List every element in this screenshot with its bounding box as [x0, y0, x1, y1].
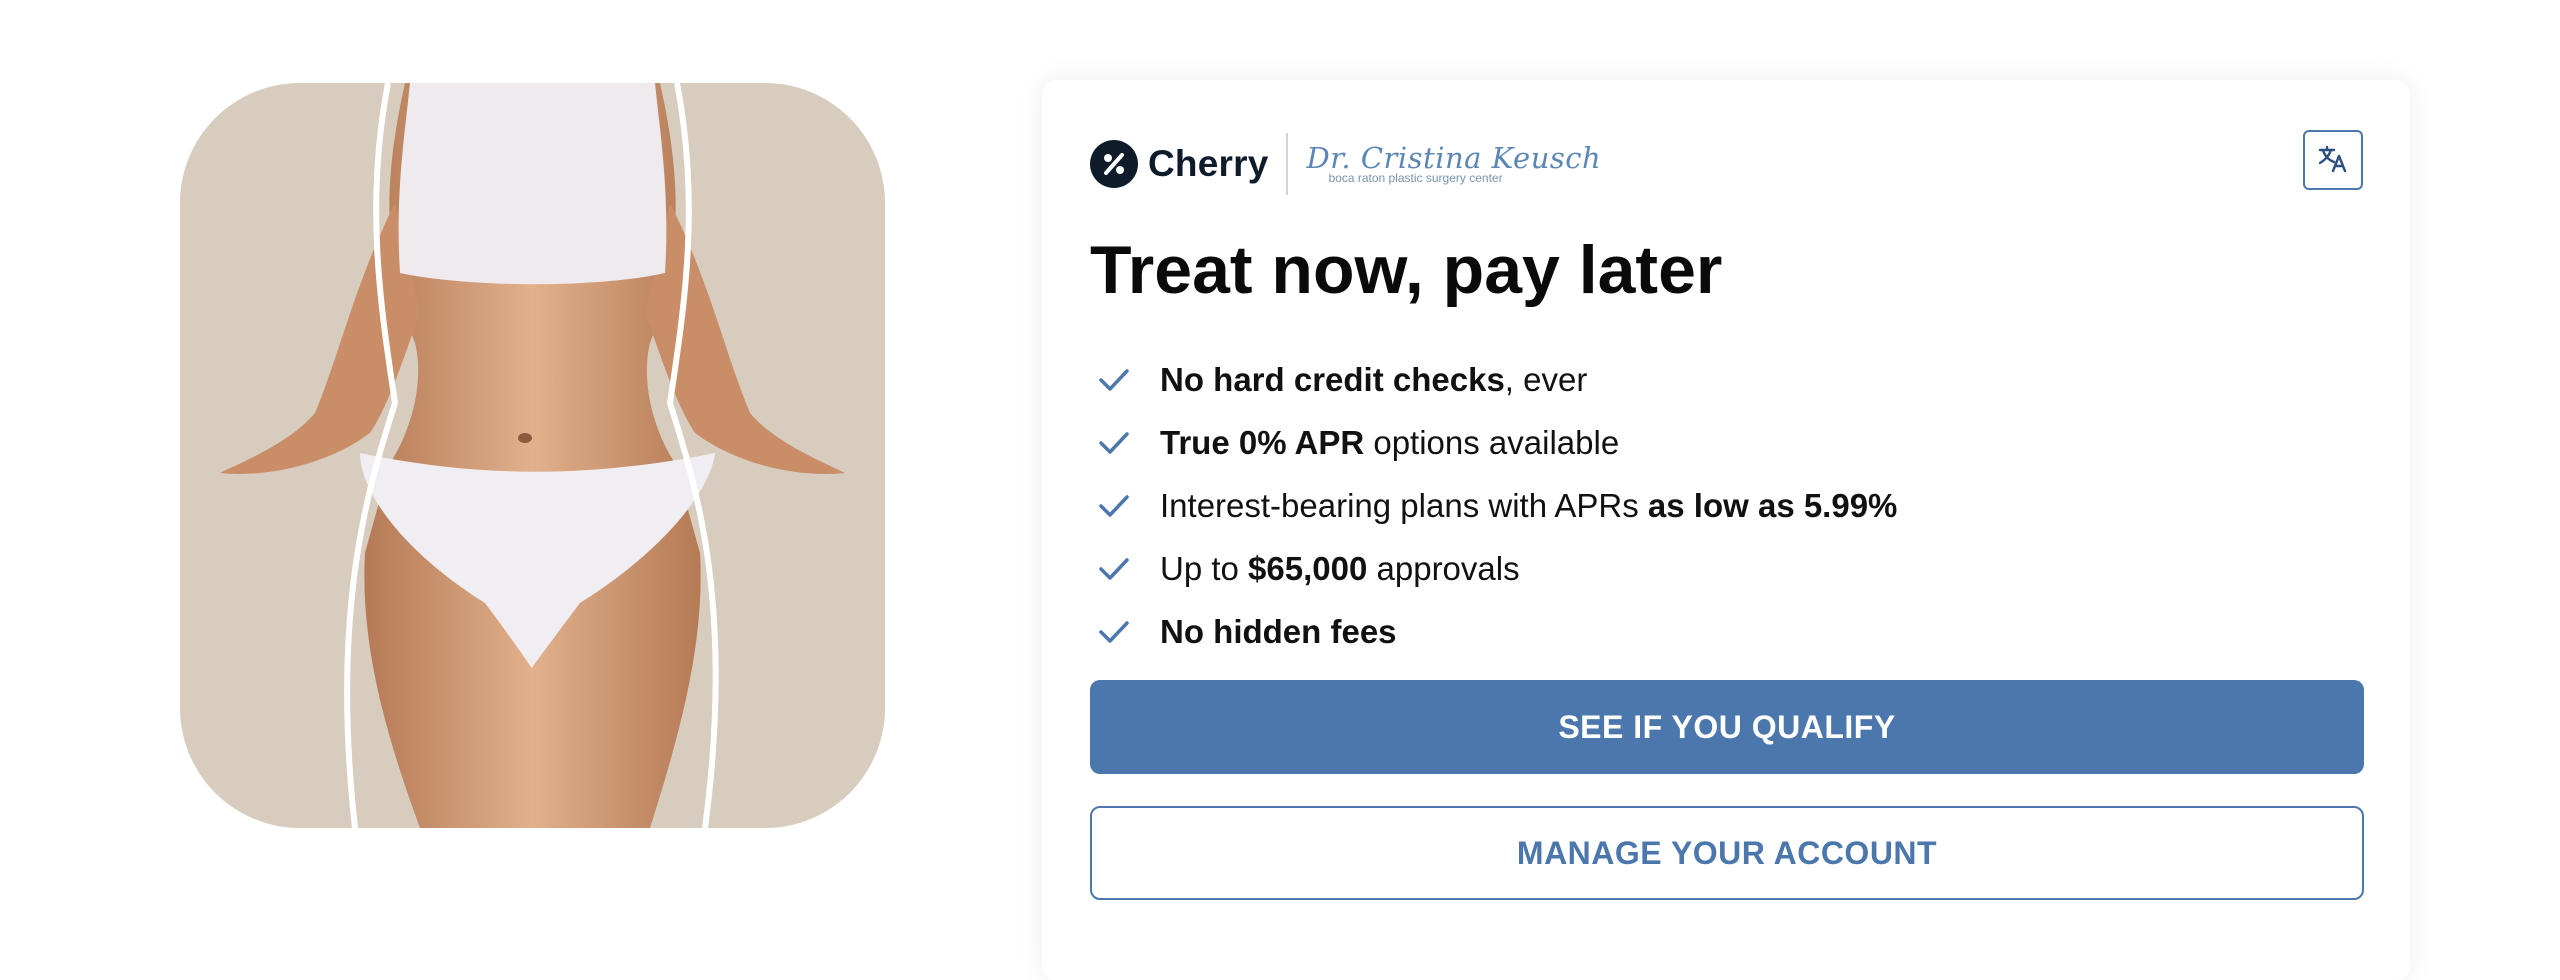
- financing-card: Cherry Dr. Cristina Keusch boca raton pl…: [1042, 80, 2410, 980]
- feature-list: No hard credit checks, ever True 0% APR o…: [1090, 348, 1897, 663]
- manage-your-account-button[interactable]: MANAGE YOUR ACCOUNT: [1090, 806, 2364, 900]
- cherry-brand-name: Cherry: [1148, 143, 1269, 184]
- checkmark-icon: [1099, 431, 1129, 454]
- feature-item: Up to $65,000 approvals: [1090, 537, 1897, 600]
- brand-header: Cherry Dr. Cristina Keusch boca raton pl…: [1090, 132, 1601, 196]
- brand-divider: [1286, 133, 1289, 195]
- feature-text-regular: , ever: [1504, 360, 1588, 398]
- feature-item: Interest-bearing plans with APRs as low …: [1090, 474, 1897, 537]
- feature-text: Interest-bearing plans with APRs as low …: [1160, 487, 1897, 525]
- page-title: Treat now, pay later: [1090, 232, 1723, 308]
- see-if-you-qualify-button[interactable]: SEE IF YOU QUALIFY: [1090, 680, 2364, 774]
- feature-text-bold: No hard credit checks: [1160, 360, 1505, 398]
- feature-item: True 0% APR options available: [1090, 411, 1897, 474]
- partner-logo: Dr. Cristina Keusch boca raton plastic s…: [1306, 143, 1601, 185]
- partner-name: Dr. Cristina Keusch: [1306, 141, 1602, 175]
- feature-text-bold: as low as 5.99%: [1647, 486, 1898, 524]
- body-illustration: [220, 83, 845, 828]
- checkmark-icon: [1099, 368, 1129, 391]
- checkmark-icon: [1099, 620, 1129, 643]
- hero-image: [180, 83, 885, 828]
- feature-item: No hidden fees: [1090, 600, 1897, 663]
- translate-button[interactable]: [2303, 130, 2363, 190]
- checkmark-icon: [1099, 557, 1129, 580]
- feature-text-bold: True 0% APR: [1160, 423, 1365, 461]
- feature-text-regular: Up to: [1160, 549, 1249, 587]
- checkmark-icon: [1099, 494, 1129, 517]
- feature-text-bold: No hidden fees: [1160, 612, 1397, 650]
- feature-text-regular: options available: [1364, 423, 1620, 461]
- feature-text-regular: Interest-bearing plans with APRs: [1160, 486, 1648, 524]
- feature-text: No hard credit checks, ever: [1160, 361, 1587, 399]
- feature-item: No hard credit checks, ever: [1090, 348, 1897, 411]
- feature-text: True 0% APR options available: [1160, 424, 1619, 462]
- feature-text-bold: $65,000: [1248, 549, 1368, 587]
- feature-text-regular: approvals: [1367, 549, 1520, 587]
- translate-icon: [2317, 143, 2349, 178]
- percent-icon: [1090, 140, 1138, 188]
- feature-text: No hidden fees: [1160, 613, 1397, 651]
- partner-tagline: boca raton plastic surgery center: [1328, 171, 1503, 185]
- feature-text: Up to $65,000 approvals: [1160, 550, 1520, 588]
